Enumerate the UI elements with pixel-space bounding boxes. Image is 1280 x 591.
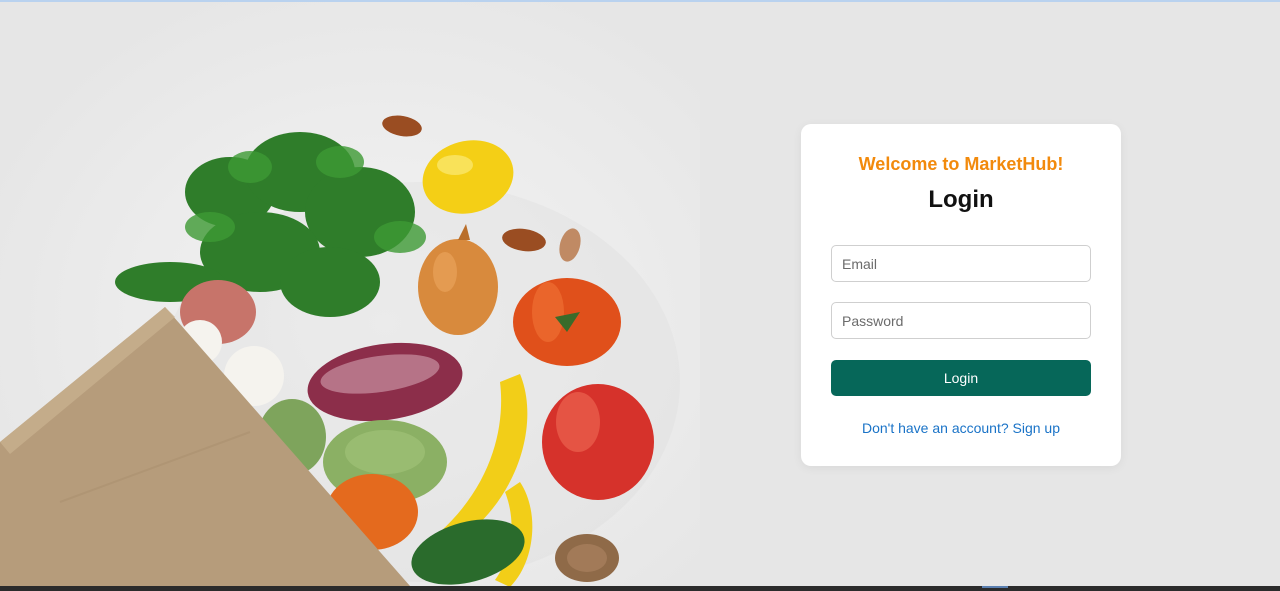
grocery-illustration [0,115,680,586]
taskbar-edge [0,586,1280,591]
email-input[interactable] [831,245,1091,282]
signup-link[interactable]: Don't have an account? Sign up [862,420,1060,436]
password-input[interactable] [831,302,1091,339]
login-title: Login [928,186,994,213]
signup-prompt-row: Don't have an account? Sign up [801,420,1121,436]
login-card: Welcome to MarketHub! Login Login Don't … [801,124,1121,466]
login-button[interactable]: Login [831,360,1091,396]
hero-image [0,2,700,586]
taskbar-indicator [982,586,1008,588]
welcome-heading: Welcome to MarketHub! [858,154,1064,174]
